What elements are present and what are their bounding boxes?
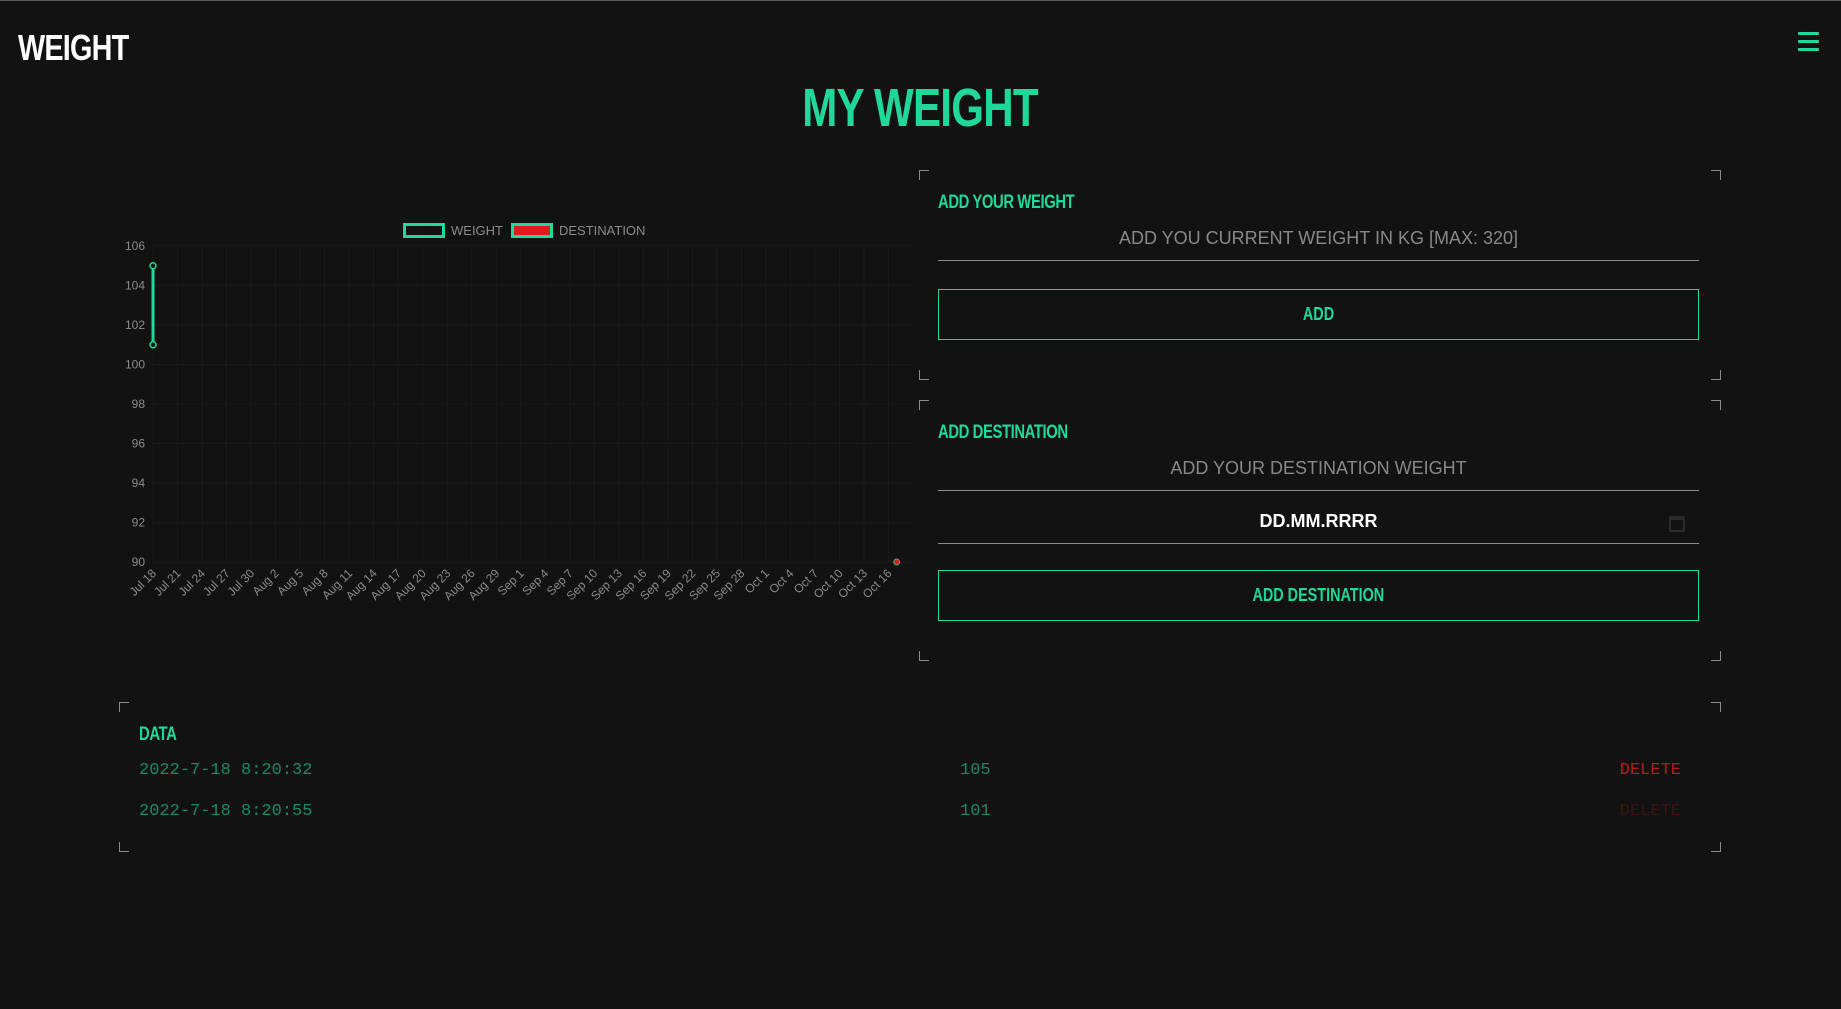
destination-date-placeholder: DD.MM.RRRR <box>1259 511 1378 531</box>
x-tick-label: Sep 4 <box>519 566 551 598</box>
data-panel: DATA 2022-7-18 8:20:32 105 DELETE 2022-7… <box>119 702 1721 852</box>
weight-data-point <box>149 341 157 349</box>
row-date: 2022-7-18 8:20:32 <box>139 761 313 780</box>
row-value: 101 <box>960 802 991 821</box>
destination-date-input[interactable]: DD.MM.RRRR <box>938 500 1699 544</box>
add-weight-panel: ADD YOUR WEIGHT ADD YOU CURRENT WEIGHT I… <box>919 170 1721 380</box>
x-tick-label: Jul 18 <box>127 566 160 599</box>
x-tick-label: Aug 2 <box>250 566 282 598</box>
add-weight-button[interactable]: ADD <box>938 289 1699 340</box>
chart-canvas: 106 104 102 100 98 96 94 92 90Jul 18Jul 21Jul 24… <box>125 239 913 603</box>
current-weight-placeholder: ADD YOU CURRENT WEIGHT IN KG [MAX: 320] <box>1118 228 1519 248</box>
current-weight-input[interactable]: ADD YOU CURRENT WEIGHT IN KG [MAX: 320] <box>938 217 1699 261</box>
table-row: 2022-7-18 8:20:55 101 DELETE <box>139 802 1701 826</box>
destination-data-point <box>893 558 901 566</box>
destination-weight-placeholder: ADD YOUR DESTINATION WEIGHT <box>1170 458 1467 478</box>
add-destination-panel: ADD DESTINATION ADD YOUR DESTINATION WEI… <box>919 400 1721 661</box>
y-tick-label: 90 <box>132 555 146 569</box>
y-tick-label: 94 <box>132 476 146 490</box>
delete-button[interactable]: DELETE <box>1620 761 1681 780</box>
weight-data-point <box>149 262 157 270</box>
add-weight-heading: ADD YOUR WEIGHT <box>938 192 1075 213</box>
x-tick-label: Jul 24 <box>176 566 209 599</box>
table-row: 2022-7-18 8:20:32 105 DELETE <box>139 761 1701 785</box>
y-tick-label: 100 <box>125 358 145 372</box>
y-tick-label: 104 <box>125 279 145 293</box>
hamburger-menu-icon[interactable] <box>1797 30 1821 52</box>
page-title: MY WEIGHT <box>802 78 1039 138</box>
data-heading: DATA <box>139 724 177 745</box>
x-tick-label: Jul 27 <box>200 566 233 599</box>
y-tick-label: 98 <box>132 397 146 411</box>
x-tick-label: Sep 1 <box>495 566 527 598</box>
row-date: 2022-7-18 8:20:55 <box>139 802 313 821</box>
y-tick-label: 92 <box>132 516 146 530</box>
y-tick-label: 102 <box>125 318 145 332</box>
add-destination-heading: ADD DESTINATION <box>938 422 1068 443</box>
y-tick-label: 106 <box>125 239 145 253</box>
row-value: 105 <box>960 761 991 780</box>
add-destination-button[interactable]: ADD DESTINATION <box>938 570 1699 621</box>
weight-chart: WEIGHT DESTINATION 106 104 102 100 98 96 94 92 9… <box>118 213 928 633</box>
delete-button[interactable]: DELETE <box>1620 802 1681 821</box>
x-tick-label: Jul 21 <box>151 566 184 599</box>
destination-weight-input[interactable]: ADD YOUR DESTINATION WEIGHT <box>938 447 1699 491</box>
x-tick-label: Jul 30 <box>225 566 258 599</box>
y-tick-label: 96 <box>132 437 146 451</box>
x-tick-label: Aug 5 <box>274 566 306 598</box>
calendar-icon[interactable] <box>1669 516 1685 532</box>
x-tick-label: Oct 4 <box>766 566 796 596</box>
app-logo[interactable]: WEIGHT <box>18 27 129 69</box>
x-tick-label: Oct 1 <box>742 566 772 596</box>
